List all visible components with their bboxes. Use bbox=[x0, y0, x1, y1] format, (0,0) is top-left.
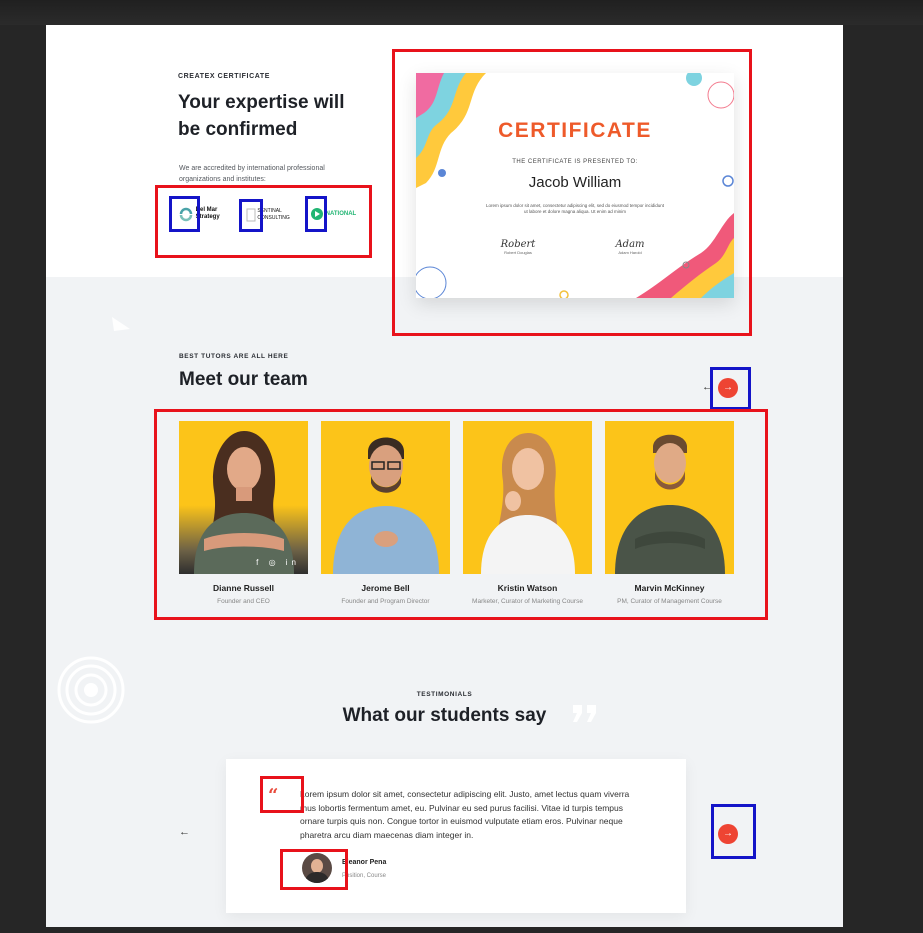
author-name: Eleanor Pena bbox=[342, 859, 387, 866]
certificate-highlight-box bbox=[392, 49, 752, 336]
testimonial-prev-arrow[interactable]: ← bbox=[179, 826, 190, 838]
logo-highlight-box bbox=[169, 196, 200, 232]
logo-highlight-box bbox=[305, 196, 327, 232]
author-role: Position, Course bbox=[342, 873, 387, 879]
certificate-eyebrow: CREATEX CERTIFICATE bbox=[178, 73, 271, 80]
testimonial-text: Lorem ipsum dolor sit amet, consectetur … bbox=[300, 789, 630, 840]
team-title: Meet our team bbox=[179, 369, 308, 390]
decorative-triangle-icon bbox=[112, 317, 130, 331]
testimonials-eyebrow: TESTIMONIALS bbox=[416, 691, 473, 698]
author-avatar-highlight-box bbox=[280, 849, 348, 890]
certificate-title-line-2: be confirmed bbox=[178, 119, 298, 140]
team-next-highlight-box bbox=[710, 367, 751, 410]
certificate-title-line-1: Your expertise will bbox=[178, 92, 345, 113]
testimonial-next-highlight-box bbox=[711, 804, 756, 859]
logo-highlight-box bbox=[239, 199, 263, 232]
description-line-2: organizations and institutes: bbox=[179, 176, 266, 183]
testimonials-title: What our students say bbox=[342, 705, 547, 726]
description-line-1: We are accredited by international profe… bbox=[179, 165, 325, 172]
quote-mark-highlight-box bbox=[260, 776, 304, 813]
certificate-title: Your expertise will be confirmed bbox=[178, 89, 344, 143]
decorative-quote-icon bbox=[573, 705, 596, 722]
browser-top-bar bbox=[0, 0, 923, 25]
certificate-description: We are accredited by international profe… bbox=[179, 163, 325, 185]
team-cards-highlight-box bbox=[154, 409, 768, 620]
team-eyebrow: BEST TUTORS ARE ALL HERE bbox=[179, 353, 289, 360]
